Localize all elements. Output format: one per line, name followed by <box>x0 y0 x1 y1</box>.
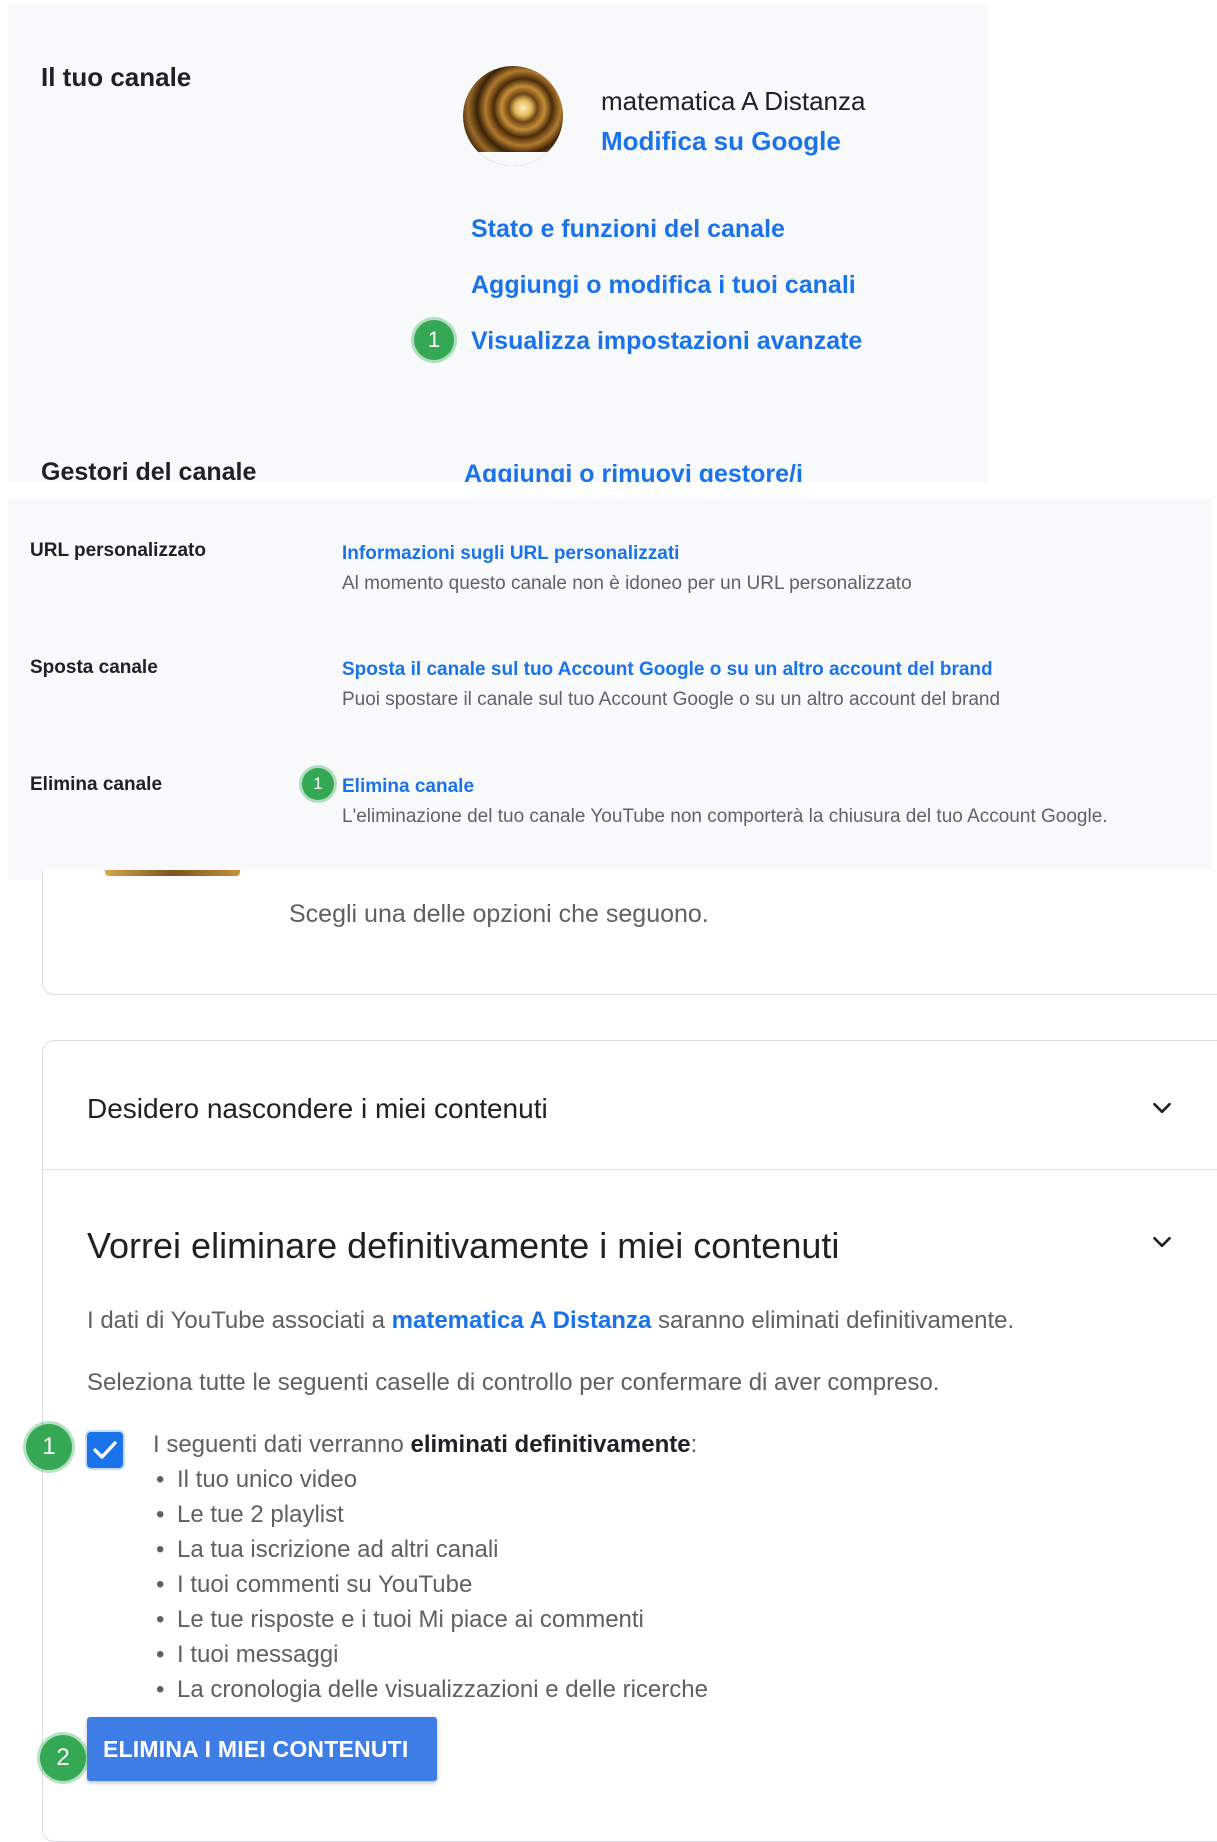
channel-name: matematica A Distanza <box>601 86 866 116</box>
list-item: • La tua iscrizione ad altri canali <box>151 1532 708 1567</box>
list-item-text: La tua iscrizione ad altri canali <box>177 1536 499 1563</box>
list-item: • Le tue 2 playlist <box>151 1497 708 1532</box>
bullet: • <box>156 1536 165 1563</box>
options-card: Desidero nascondere i miei contenuti Vor… <box>42 1040 1217 1842</box>
step-badge: 1 <box>414 320 454 360</box>
list-item-text: Il tuo unico video <box>177 1466 358 1493</box>
deletion-info-text: I dati di YouTube associati a matematica… <box>87 1307 1014 1335</box>
step-badge: 1 <box>26 1424 72 1470</box>
delete-channel-link[interactable]: Elimina canale <box>342 776 474 798</box>
bullet: • <box>156 1641 165 1668</box>
bullet: • <box>156 1466 165 1493</box>
channel-managers-label: Gestori del canale <box>41 458 257 482</box>
delete-channel-label: Elimina canale <box>30 774 163 795</box>
section-title-your-channel: Il tuo canale <box>41 62 192 92</box>
info-channel-name: matematica A Distanza <box>391 1307 652 1334</box>
choose-option-text: Scegli una delle opzioni che seguono. <box>289 900 709 928</box>
channel-avatar[interactable] <box>463 66 563 166</box>
step-badge: 2 <box>40 1735 86 1781</box>
list-item-text: La cronologia delle visualizzazioni e de… <box>177 1676 708 1703</box>
list-item-text: I tuoi commenti su YouTube <box>177 1571 473 1598</box>
advanced-settings-panel: URL personalizzato Informazioni sugli UR… <box>8 498 1212 880</box>
channel-summary-card: Scegli una delle opzioni che seguono. <box>42 870 1217 995</box>
deleted-items-list: • Il tuo unico video • Le tue 2 playlist •… <box>151 1462 708 1707</box>
list-item: • La cronologia delle visualizzazioni e d… <box>151 1672 708 1707</box>
custom-url-label: URL personalizzato <box>30 540 206 561</box>
bullet: • <box>156 1571 165 1598</box>
chevron-down-icon[interactable] <box>1149 1229 1175 1255</box>
custom-url-info-link[interactable]: Informazioni sugli URL personalizzati <box>342 543 679 565</box>
custom-url-description: Al momento questo canale non è idoneo pe… <box>342 573 912 594</box>
divider <box>43 1169 1217 1170</box>
checkbox-label: I seguenti dati verranno eliminati defin… <box>153 1431 697 1459</box>
delete-my-content-button[interactable]: ELIMINA I MIEI CONTENUTI <box>87 1717 437 1781</box>
add-remove-managers-link[interactable]: Aggiungi o rimuovi gestore/i <box>464 460 803 482</box>
channel-status-features-link[interactable]: Stato e funzioni del canale <box>471 215 785 244</box>
chevron-down-icon[interactable] <box>1149 1095 1175 1121</box>
bullet: • <box>156 1501 165 1528</box>
delete-channel-description: L'eliminazione del tuo canale YouTube no… <box>342 806 1108 827</box>
list-item-text: Le tue risposte e i tuoi Mi piace ai com… <box>177 1606 644 1633</box>
checkbox-label-suffix: : <box>690 1431 698 1458</box>
checkbox-label-bold: eliminati definitivamente <box>410 1431 691 1458</box>
option-delete-content[interactable]: Vorrei eliminare definitivamente i miei … <box>87 1225 839 1267</box>
edit-on-google-link[interactable]: Modifica su Google <box>601 126 841 157</box>
confirm-checkbox[interactable] <box>87 1432 123 1468</box>
step-badge: 1 <box>302 768 334 800</box>
list-item: • Il tuo unico video <box>151 1462 708 1497</box>
confirm-instructions: Seleziona tutte le seguenti caselle di c… <box>87 1369 940 1396</box>
delete-content-dialog: Scegli una delle opzioni che seguono. De… <box>0 870 1217 1842</box>
move-channel-label: Sposta canale <box>30 657 158 678</box>
info-suffix: saranno eliminati definitivamente. <box>657 1307 1015 1334</box>
move-channel-link[interactable]: Sposta il canale sul tuo Account Google … <box>342 659 993 681</box>
list-item: • I tuoi messaggi <box>151 1637 708 1672</box>
move-channel-description: Puoi spostare il canale sul tuo Account … <box>342 689 1001 710</box>
list-item-text: I tuoi messaggi <box>177 1641 339 1668</box>
check-icon <box>93 1441 117 1459</box>
list-item-text: Le tue 2 playlist <box>177 1501 344 1528</box>
checkbox-label-prefix: I seguenti dati verranno <box>153 1431 404 1458</box>
add-edit-channels-link[interactable]: Aggiungi o modifica i tuoi canali <box>471 271 856 300</box>
view-advanced-settings-link[interactable]: Visualizza impostazioni avanzate <box>471 327 862 356</box>
list-item: • I tuoi commenti su YouTube <box>151 1567 708 1602</box>
channel-thumbnail <box>105 870 240 876</box>
option-hide-content[interactable]: Desidero nascondere i miei contenuti <box>87 1093 548 1125</box>
list-item: • Le tue risposte e i tuoi Mi piace ai co… <box>151 1602 708 1637</box>
info-prefix: I dati di YouTube associati a <box>87 1307 385 1334</box>
bullet: • <box>156 1606 165 1633</box>
bullet: • <box>156 1676 165 1703</box>
channel-settings-panel: Il tuo canale matematica A Distanza Modi… <box>8 4 988 482</box>
